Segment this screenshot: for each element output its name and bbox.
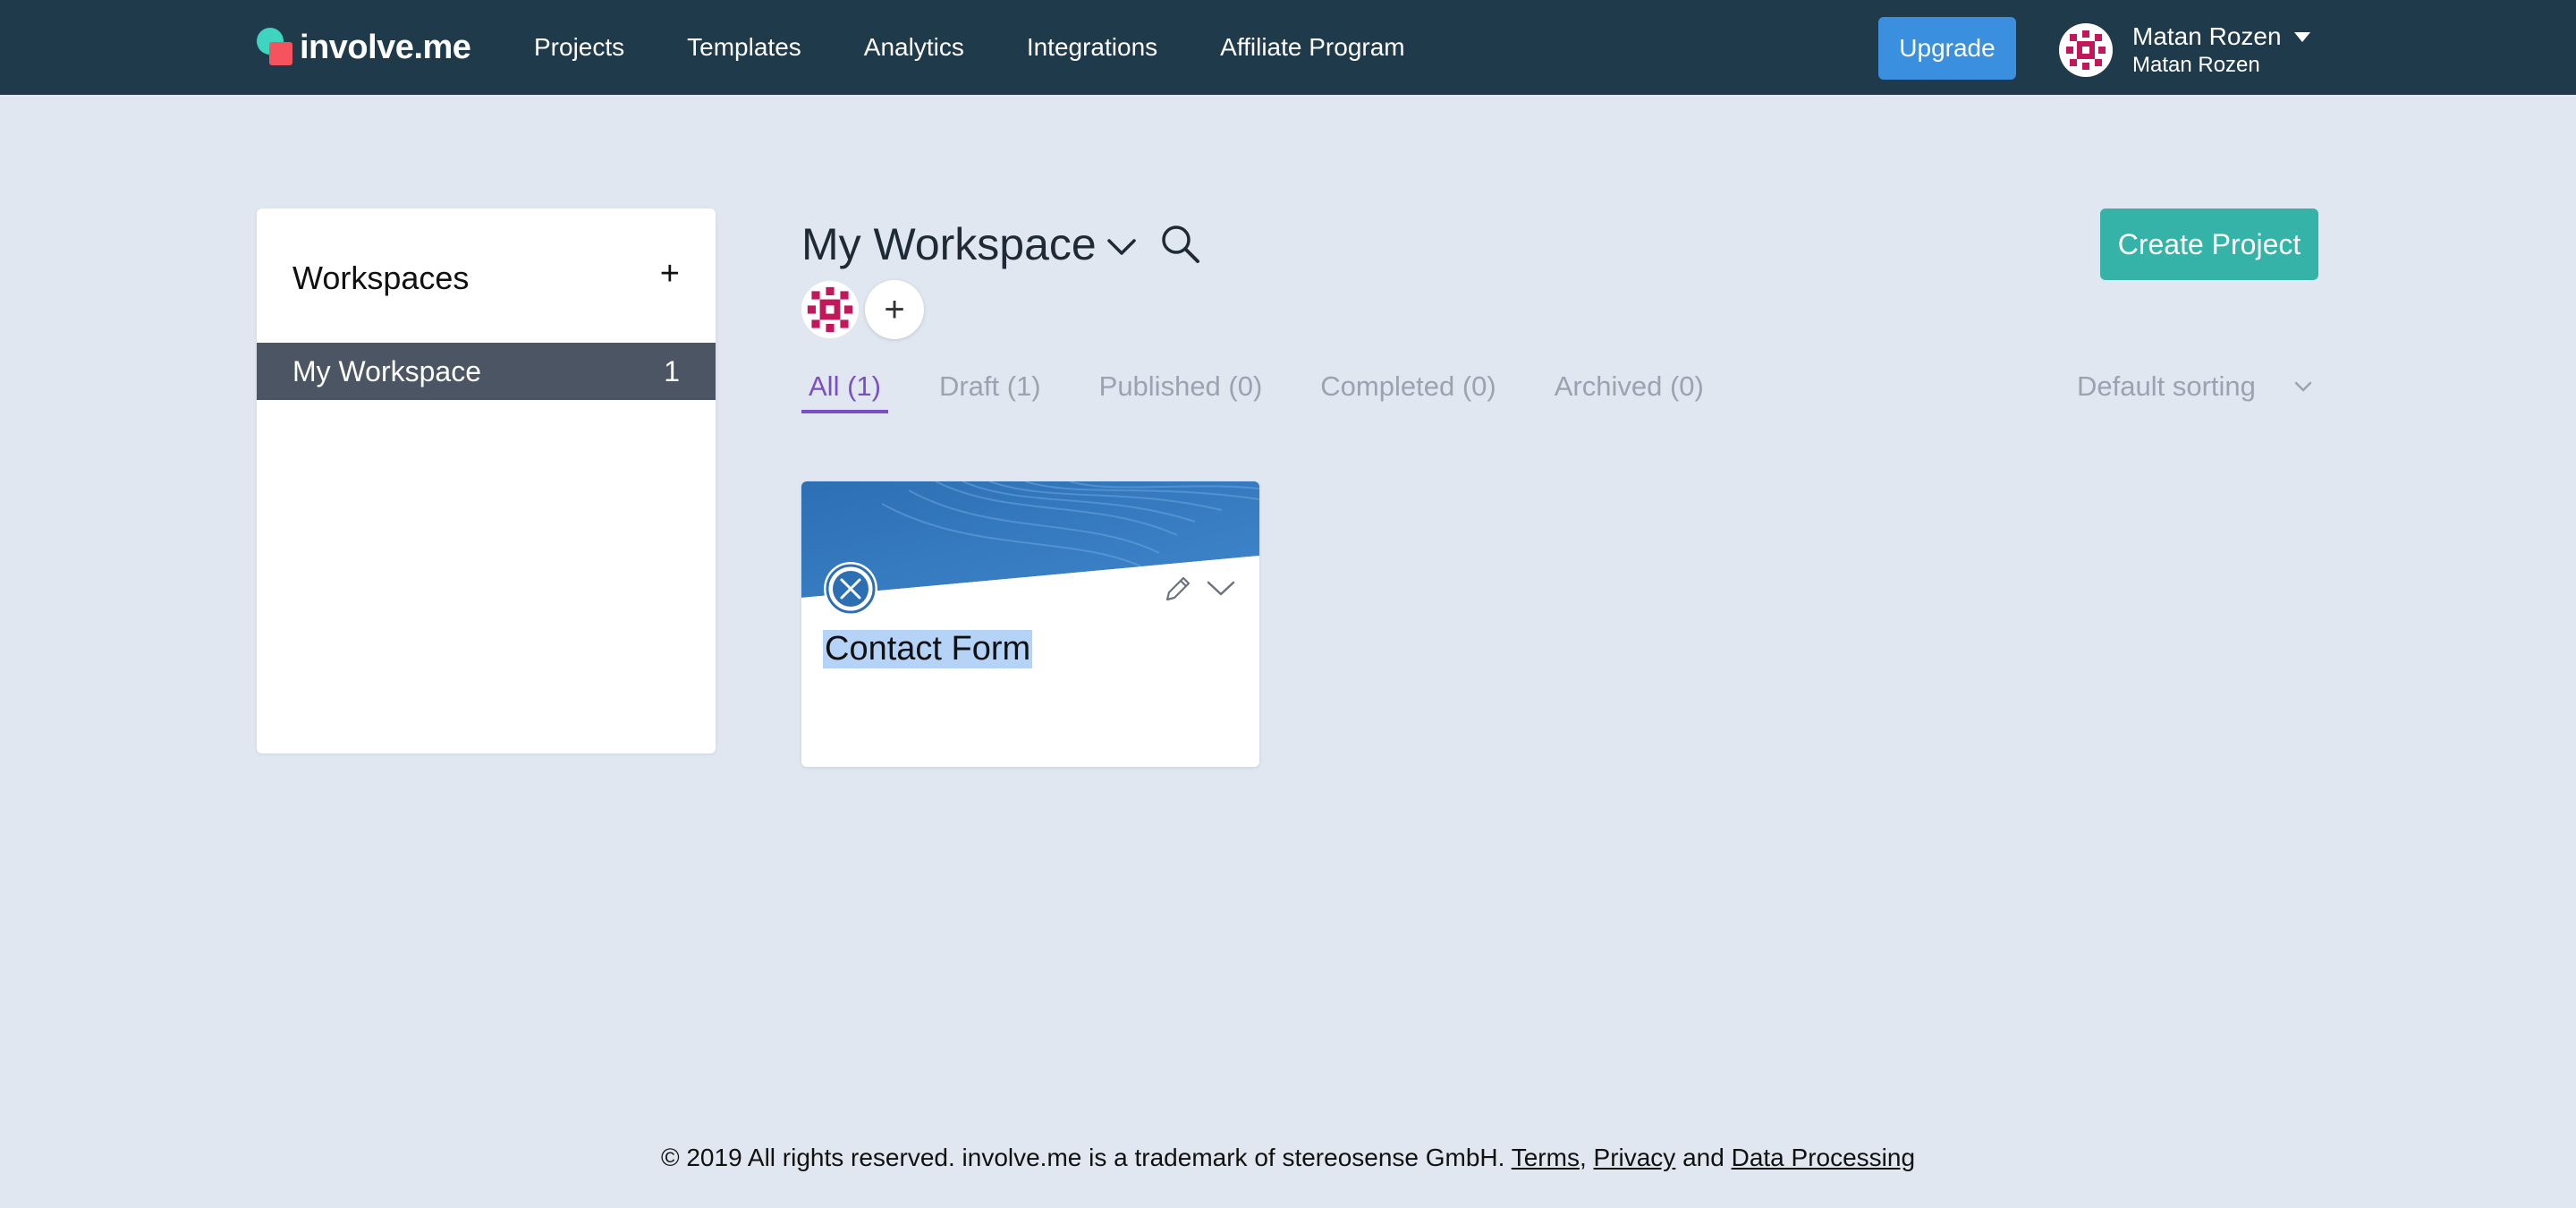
add-workspace-button[interactable]: +: [660, 257, 680, 291]
pencil-ruler-icon: [824, 562, 877, 616]
footer-separator: ,: [1579, 1144, 1587, 1171]
terms-link[interactable]: Terms: [1512, 1144, 1580, 1171]
footer: © 2019 All rights reserved. involve.me i…: [0, 1144, 2576, 1172]
user-subtitle: Matan Rozen: [2132, 53, 2260, 78]
upgrade-button[interactable]: Upgrade: [1878, 17, 2016, 80]
project-card[interactable]: Contact Form: [801, 481, 1259, 767]
user-menu[interactable]: Matan Rozen Matan Rozen: [2059, 22, 2310, 78]
project-status-tabs: All (1) Draft (1) Published (0) Complete…: [801, 370, 1755, 415]
nav-item-analytics[interactable]: Analytics: [864, 33, 964, 62]
chevron-down-icon: [2294, 381, 2312, 392]
chevron-down-icon[interactable]: [1106, 231, 1138, 263]
avatar: [2059, 23, 2113, 77]
data-processing-link[interactable]: Data Processing: [1732, 1144, 1915, 1171]
nav-item-projects[interactable]: Projects: [534, 33, 624, 62]
tab-draft[interactable]: Draft (1): [932, 370, 1048, 413]
workspaces-sidebar: Workspaces + My Workspace 1: [257, 208, 716, 753]
sidebar-item-count: 1: [664, 354, 680, 387]
sidebar-title: Workspaces: [292, 259, 470, 296]
pencil-icon[interactable]: [1162, 573, 1194, 605]
nav-item-integrations[interactable]: Integrations: [1027, 33, 1157, 62]
sorting-select[interactable]: Default sorting: [2077, 370, 2313, 403]
user-name: Matan Rozen: [2132, 22, 2282, 51]
sidebar-item-label: My Workspace: [292, 354, 482, 387]
tab-archived[interactable]: Archived (0): [1547, 370, 1711, 413]
main-nav: Projects Templates Analytics Integration…: [534, 0, 1468, 95]
sorting-selected-label: Default sorting: [2077, 370, 2256, 402]
page-title: My Workspace: [801, 219, 1097, 269]
tab-published[interactable]: Published (0): [1092, 370, 1270, 413]
tab-completed[interactable]: Completed (0): [1313, 370, 1503, 413]
involve-logo-icon: [257, 28, 296, 67]
privacy-link[interactable]: Privacy: [1594, 1144, 1676, 1171]
tab-all[interactable]: All (1): [801, 370, 888, 413]
footer-and: and: [1682, 1144, 1724, 1171]
nav-item-affiliate-program[interactable]: Affiliate Program: [1220, 33, 1404, 62]
caret-down-icon: [2293, 31, 2310, 42]
top-navbar: involve.me Projects Templates Analytics …: [0, 0, 2576, 95]
footer-text: © 2019 All rights reserved. involve.me i…: [660, 1144, 1505, 1171]
create-project-button[interactable]: Create Project: [2100, 208, 2318, 280]
search-icon[interactable]: [1160, 224, 1201, 265]
chevron-down-icon[interactable]: [1206, 574, 1236, 601]
member-avatar[interactable]: [801, 281, 859, 338]
sidebar-item-my-workspace[interactable]: My Workspace 1: [257, 343, 716, 400]
brand-logo[interactable]: involve.me: [257, 27, 471, 68]
nav-item-templates[interactable]: Templates: [687, 33, 801, 62]
brand-name: involve.me: [300, 28, 471, 66]
add-member-button[interactable]: +: [865, 280, 924, 339]
project-title[interactable]: Contact Form: [823, 630, 1033, 668]
